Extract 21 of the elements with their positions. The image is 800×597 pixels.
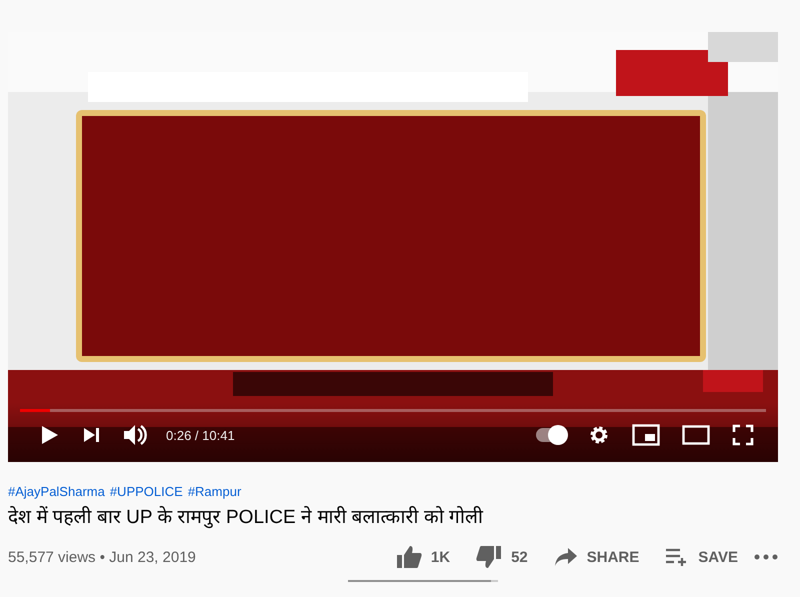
hashtag-link[interactable]: #UPPOLICE: [110, 484, 183, 499]
miniplayer-icon[interactable]: [632, 424, 660, 446]
more-icon[interactable]: [754, 554, 778, 560]
next-icon[interactable]: [82, 426, 100, 444]
like-button[interactable]: 1K: [386, 539, 460, 575]
autoplay-toggle[interactable]: [536, 428, 566, 442]
view-count-and-date: 55,577 views • Jun 23, 2019: [8, 548, 196, 566]
dislike-button[interactable]: 52: [466, 539, 538, 575]
thumbs-up-icon: [396, 545, 422, 569]
volume-icon[interactable]: [122, 423, 148, 447]
hashtag-link[interactable]: #AjayPalSharma: [8, 484, 105, 499]
share-button[interactable]: SHARE: [544, 539, 650, 575]
fullscreen-icon[interactable]: [732, 424, 754, 446]
thumbs-down-icon: [476, 545, 502, 569]
hashtag-link[interactable]: #Rampur: [188, 484, 242, 499]
theater-mode-icon[interactable]: [682, 425, 710, 445]
share-arrow-icon: [554, 547, 578, 567]
video-title: देश में पहली बार UP के रामपुर POLICE ने मारी बलात्कारी को गोली: [8, 505, 484, 529]
video-time: 0:26 / 10:41: [166, 428, 235, 442]
settings-icon[interactable]: [588, 424, 610, 446]
save-button[interactable]: SAVE: [655, 539, 748, 575]
